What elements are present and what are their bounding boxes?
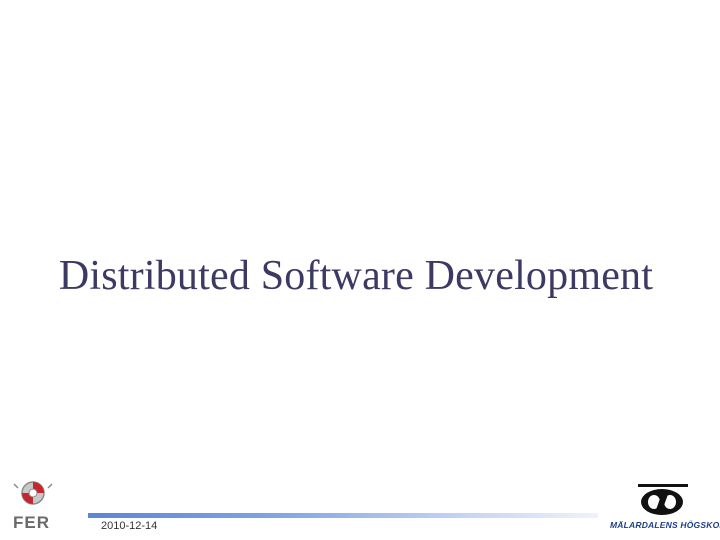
fer-logo-text: FER xyxy=(13,513,50,532)
slide-title: Distributed Software Development xyxy=(58,253,654,299)
mdh-emblem-icon xyxy=(638,484,688,515)
mdh-logo-text: MÄLARDALENS HÖGSKOLA xyxy=(610,520,720,530)
slide: Distributed Software Development FER 201… xyxy=(0,0,720,540)
slide-date: 2010-12-14 xyxy=(101,520,158,532)
footer-divider xyxy=(88,513,598,518)
